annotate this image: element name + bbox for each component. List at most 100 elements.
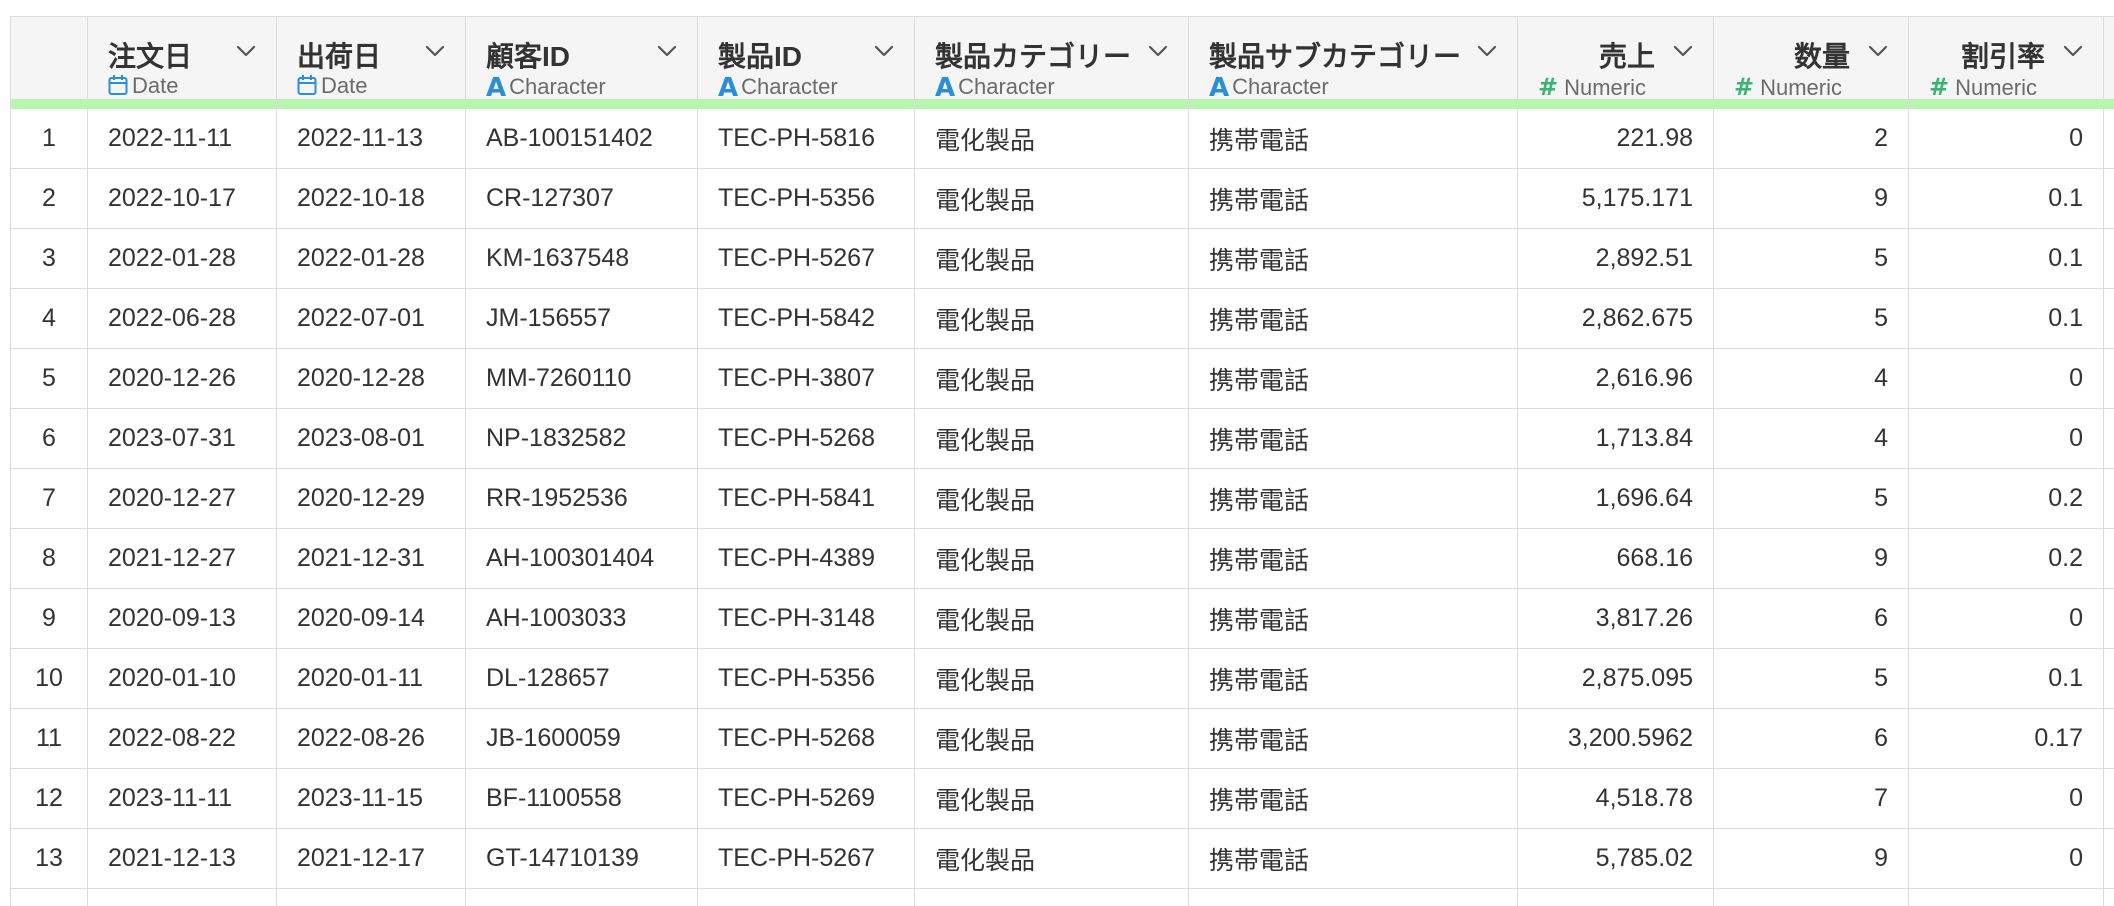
table-cell[interactable]: 電化製品 [914,348,1189,409]
table-cell[interactable]: 668.16 [1517,528,1714,589]
table-cell[interactable]: 5 [1713,228,1909,289]
table-cell[interactable]: RR-1952536 [465,468,698,529]
table-row[interactable]: 6 2023-07-31 2023-08-01 NP-1832582 TEC-PH-52… [10,408,2114,469]
table-cell[interactable]: 0 [1908,828,2104,889]
table-row[interactable]: 1 2022-11-11 2022-11-13 AB-100151402 TEC-PH-… [10,109,2114,169]
table-cell[interactable]: AH-100301404 [465,528,698,589]
table-cell[interactable]: 2022-10-17 [87,168,277,229]
table-cell[interactable]: 2023-11-11 [87,768,277,829]
table-cell[interactable]: 携帯電話 [1188,408,1518,469]
table-cell[interactable]: 2021-12-31 [276,528,466,589]
table-cell[interactable]: TEC-PH-3148 [697,588,915,649]
table-cell[interactable]: 電化製品 [914,828,1189,889]
table-cell[interactable]: 0.1 [1908,288,2104,349]
table-cell[interactable]: MM-7260110 [465,348,698,409]
table-cell[interactable]: 4 [1713,408,1909,469]
table-cell[interactable]: TEC-PH-5356 [697,648,915,709]
table-cell[interactable]: 携帯電話 [1188,588,1518,649]
table-cell[interactable]: TEC-PH-5356 [697,168,915,229]
table-cell[interactable]: 2,875.095 [1517,648,1714,709]
table-cell[interactable]: DL-128657 [465,648,698,709]
table-cell[interactable]: 電化製品 [914,288,1189,349]
table-cell[interactable]: 1,713.84 [1517,408,1714,469]
table-cell[interactable]: 携帯電話 [1188,228,1518,289]
table-cell[interactable]: 0.2 [1908,528,2104,589]
table-cell[interactable]: 2023-08-01 [276,408,466,469]
table-cell[interactable]: 0 [1908,768,2104,829]
table-cell[interactable]: 0 [1908,348,2104,409]
table-cell[interactable]: 6 [1713,708,1909,769]
table-cell[interactable]: 2022-01-28 [87,228,277,289]
table-cell[interactable]: 携帯電話 [1188,528,1518,589]
column-header-0[interactable]: 注文日 Date [87,16,277,109]
table-cell[interactable]: 0.17 [1908,708,2104,769]
table-cell[interactable]: KM-1637548 [465,228,698,289]
table-cell[interactable]: 2022-10-18 [276,168,466,229]
table-cell[interactable]: 0 [1908,588,2104,649]
table-cell[interactable]: 電化製品 [914,408,1189,469]
table-cell[interactable]: 2,616.96 [1517,348,1714,409]
chevron-down-icon[interactable] [872,39,896,63]
table-cell[interactable]: 電化製品 [914,768,1189,829]
table-cell[interactable]: TEC-PH-5816 [697,109,915,169]
table-cell[interactable]: 携帯電話 [1188,708,1518,769]
table-cell[interactable]: 電化製品 [914,708,1189,769]
chevron-down-icon[interactable] [1866,39,1890,63]
table-cell[interactable]: 2020-01-10 [87,648,277,709]
table-cell[interactable]: 0.1 [1908,168,2104,229]
column-header-8[interactable]: 割引率 # Numeric [1908,16,2104,109]
table-cell[interactable]: BF-1100558 [465,768,698,829]
column-header-6[interactable]: 売上 # Numeric [1517,16,1714,109]
table-cell[interactable]: 5 [1713,288,1909,349]
table-cell[interactable]: TEC-PH-5268 [697,408,915,469]
table-cell[interactable]: 電化製品 [914,109,1189,169]
table-cell[interactable]: 9 [1713,528,1909,589]
table-cell[interactable]: 電化製品 [914,588,1189,649]
table-cell[interactable]: AB-100151402 [465,109,698,169]
table-cell[interactable]: 2020-12-29 [276,468,466,529]
table-cell[interactable]: 電化製品 [914,528,1189,589]
table-cell[interactable]: TEC-PH-5842 [697,288,915,349]
chevron-down-icon[interactable] [1146,39,1170,63]
table-cell[interactable]: 携帯電話 [1188,768,1518,829]
column-header-5[interactable]: 製品サブカテゴリー A Character [1188,16,1518,109]
table-cell[interactable]: 5 [1713,648,1909,709]
table-cell[interactable]: 2 [1713,109,1909,169]
table-cell[interactable]: 携帯電話 [1188,648,1518,709]
table-cell[interactable]: 2020-12-28 [276,348,466,409]
table-cell[interactable]: 2022-06-28 [87,288,277,349]
table-cell[interactable]: 2022-07-01 [276,288,466,349]
table-cell[interactable]: 4 [1713,348,1909,409]
table-cell[interactable]: TEC-PH-5269 [697,768,915,829]
table-cell[interactable]: 0 [1908,109,2104,169]
table-cell[interactable]: 2023-11-15 [276,768,466,829]
table-cell[interactable]: 2020-09-14 [276,588,466,649]
table-cell[interactable]: GT-14710139 [465,828,698,889]
table-cell[interactable]: 2020-09-13 [87,588,277,649]
table-cell[interactable]: 0.2 [1908,468,2104,529]
table-cell[interactable]: AH-1003033 [465,588,698,649]
table-cell[interactable]: 電化製品 [914,648,1189,709]
table-row[interactable]: 10 2020-01-10 2020-01-11 DL-128657 TEC-PH-53… [10,648,2114,709]
table-row[interactable]: 8 2021-12-27 2021-12-31 AH-100301404 TEC-PH-… [10,528,2114,589]
chevron-down-icon[interactable] [655,39,679,63]
table-row[interactable]: 5 2020-12-26 2020-12-28 MM-7260110 TEC-PH-38… [10,348,2114,409]
chevron-down-icon[interactable] [1475,39,1499,63]
table-cell[interactable]: 携帯電話 [1188,109,1518,169]
table-cell[interactable]: 1,696.64 [1517,468,1714,529]
column-header-1[interactable]: 出荷日 Date [276,16,466,109]
table-cell[interactable]: 2020-12-26 [87,348,277,409]
table-row[interactable]: 3 2022-01-28 2022-01-28 KM-1637548 TEC-PH-52… [10,228,2114,289]
table-row[interactable]: 4 2022-06-28 2022-07-01 JM-156557 TEC-PH-584… [10,288,2114,349]
chevron-down-icon[interactable] [234,39,258,63]
table-cell[interactable]: NP-1832582 [465,408,698,469]
chevron-down-icon[interactable] [2061,39,2085,63]
table-cell[interactable]: TEC-PH-5841 [697,468,915,529]
table-cell[interactable]: 電化製品 [914,228,1189,289]
table-row[interactable]: 9 2020-09-13 2020-09-14 AH-1003033 TEC-PH-31… [10,588,2114,649]
table-cell[interactable]: 2022-11-13 [276,109,466,169]
table-cell[interactable]: 携帯電話 [1188,288,1518,349]
table-cell[interactable]: 2022-08-22 [87,708,277,769]
table-cell[interactable]: TEC-PH-5267 [697,228,915,289]
table-cell[interactable]: 2022-01-28 [276,228,466,289]
